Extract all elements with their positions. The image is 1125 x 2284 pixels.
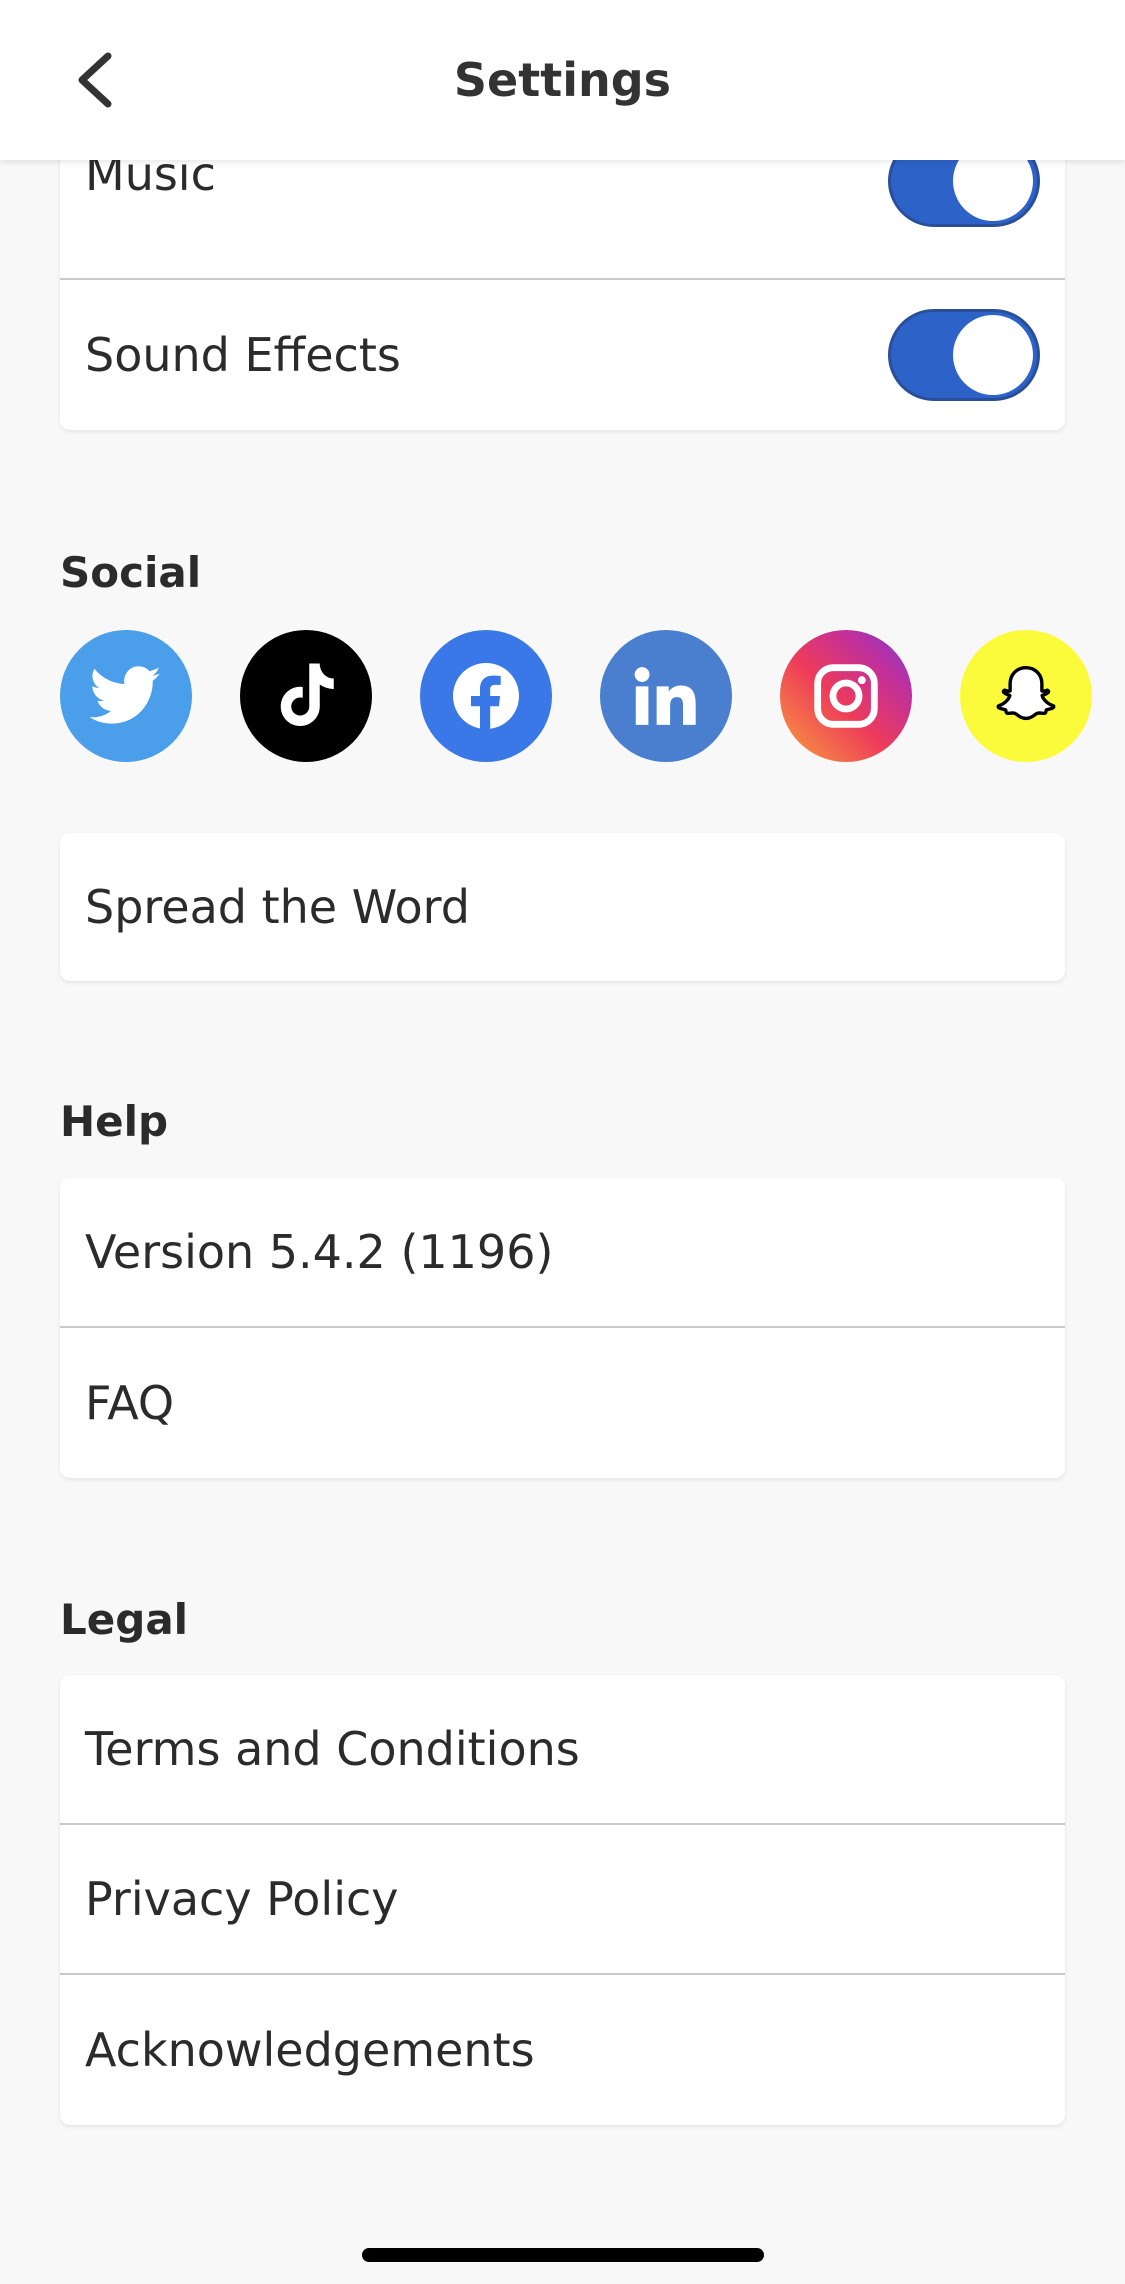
twitter-icon: [90, 666, 161, 724]
version-row: Version 5.4.2 (1196): [60, 1178, 1065, 1328]
twitter-button[interactable]: [60, 630, 192, 762]
page-title: Settings: [453, 53, 672, 107]
facebook-icon: [453, 663, 519, 732]
tiktok-icon: [280, 663, 334, 726]
version-label: Version 5.4.2 (1196): [85, 1225, 554, 1279]
instagram-button[interactable]: [780, 630, 912, 762]
tiktok-button[interactable]: [240, 630, 372, 762]
social-section-title: Social: [60, 548, 202, 597]
sound-settings-card: Music Sound Effects: [60, 130, 1065, 430]
snapchat-icon: [996, 665, 1056, 721]
faq-label: FAQ: [85, 1376, 175, 1430]
snapchat-button[interactable]: [960, 630, 1092, 762]
help-section-title: Help: [60, 1097, 169, 1146]
spread-the-word-card: Spread the Word: [60, 833, 1065, 981]
spread-the-word-label: Spread the Word: [85, 880, 470, 934]
facebook-button[interactable]: [420, 630, 552, 762]
chevron-left-icon: [78, 52, 112, 108]
instagram-icon: [814, 664, 878, 728]
terms-row[interactable]: Terms and Conditions: [60, 1675, 1065, 1825]
spread-the-word-row[interactable]: Spread the Word: [60, 833, 1065, 981]
toggle-knob: [953, 315, 1033, 395]
acknowledgements-row[interactable]: Acknowledgements: [60, 1975, 1065, 2125]
sound-effects-label: Sound Effects: [85, 328, 401, 382]
sound-effects-row: Sound Effects: [60, 280, 1065, 430]
terms-label: Terms and Conditions: [85, 1722, 580, 1776]
social-icons-row: [60, 630, 1125, 762]
privacy-policy-label: Privacy Policy: [85, 1872, 399, 1926]
back-button[interactable]: [60, 45, 130, 115]
faq-row[interactable]: FAQ: [60, 1328, 1065, 1478]
linkedin-button[interactable]: [600, 630, 732, 762]
help-card: Version 5.4.2 (1196) FAQ: [60, 1178, 1065, 1478]
sound-effects-toggle[interactable]: [888, 309, 1040, 401]
top-bar: Settings: [0, 0, 1125, 160]
privacy-policy-row[interactable]: Privacy Policy: [60, 1825, 1065, 1975]
legal-section-title: Legal: [60, 1595, 189, 1644]
legal-card: Terms and Conditions Privacy Policy Ackn…: [60, 1675, 1065, 2125]
acknowledgements-label: Acknowledgements: [85, 2023, 535, 2077]
linkedin-icon: [634, 667, 696, 725]
home-indicator[interactable]: [362, 2248, 764, 2262]
